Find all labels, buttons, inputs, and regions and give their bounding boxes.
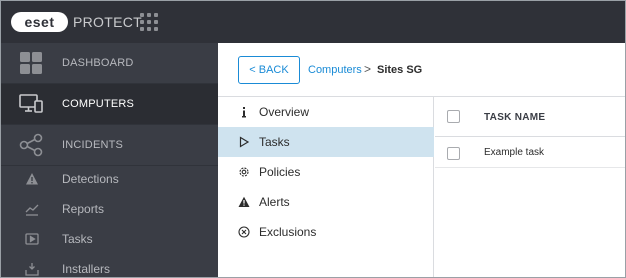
warning-icon xyxy=(238,196,250,208)
detail-menu: Overview Tasks Policies Alerts Exclusion… xyxy=(218,97,434,277)
play-icon xyxy=(25,233,39,245)
task-table: TASK NAME Example task xyxy=(435,97,625,277)
app-window: eset PROTECT DASHBOARD COMPUTERS INCIDEN… xyxy=(0,0,626,278)
sidebar-item-label: Tasks xyxy=(62,232,93,246)
incidents-icon xyxy=(19,133,43,157)
menu-item-label: Policies xyxy=(259,165,301,179)
product-name: PROTECT xyxy=(73,14,142,30)
sidebar-item-label: INCIDENTS xyxy=(62,139,124,151)
installer-icon xyxy=(25,263,39,276)
breadcrumb-link-computers[interactable]: Computers xyxy=(308,64,362,76)
sidebar-item-label: Reports xyxy=(62,202,105,216)
sidebar-item-label: Detections xyxy=(62,172,119,186)
menu-item-policies[interactable]: Policies xyxy=(218,157,434,187)
table-row[interactable]: Example task xyxy=(435,138,625,168)
menu-item-label: Overview xyxy=(259,105,310,119)
menu-item-tasks[interactable]: Tasks xyxy=(218,127,434,157)
sidebar-item-label: Installers xyxy=(62,262,111,276)
warning-icon xyxy=(26,173,38,185)
content-header: < BACK Computers > Sites SG xyxy=(218,43,625,97)
breadcrumb-current: Sites SG xyxy=(377,64,423,76)
menu-item-label: Alerts xyxy=(259,195,290,209)
dashboard-icon xyxy=(20,52,42,74)
sidebar-item-detections[interactable]: Detections xyxy=(1,164,218,194)
gear-icon xyxy=(238,166,250,178)
select-all-checkbox[interactable] xyxy=(447,110,460,123)
sidebar-item-computers[interactable]: COMPUTERS xyxy=(1,84,218,124)
sidebar-item-incidents[interactable]: INCIDENTS xyxy=(1,125,218,165)
logo-text: eset xyxy=(24,14,55,30)
breadcrumb-separator: > xyxy=(364,62,372,76)
circle-x-icon xyxy=(238,226,250,238)
computers-icon xyxy=(19,94,43,113)
column-header-task-name[interactable]: TASK NAME xyxy=(484,112,545,123)
table-header: TASK NAME xyxy=(435,97,625,137)
sidebar-item-tasks[interactable]: Tasks xyxy=(1,224,218,254)
menu-item-overview[interactable]: Overview xyxy=(218,97,434,127)
sidebar-item-dashboard[interactable]: DASHBOARD xyxy=(1,43,218,83)
menu-item-label: Exclusions xyxy=(259,225,317,239)
play-outline-icon xyxy=(238,136,250,148)
chart-icon xyxy=(25,204,39,216)
sidebar-item-reports[interactable]: Reports xyxy=(1,194,218,224)
sidebar: DASHBOARD COMPUTERS INCIDENTS Detections… xyxy=(1,43,218,277)
sidebar-item-installers[interactable]: Installers xyxy=(1,254,218,277)
menu-item-label: Tasks xyxy=(259,135,290,149)
sidebar-item-label: DASHBOARD xyxy=(62,57,134,69)
menu-item-exclusions[interactable]: Exclusions xyxy=(218,217,434,247)
top-bar: eset PROTECT xyxy=(1,1,625,43)
sidebar-item-label: COMPUTERS xyxy=(62,98,135,110)
info-icon xyxy=(238,106,250,118)
apps-grid-icon[interactable] xyxy=(140,13,158,31)
back-button[interactable]: < BACK xyxy=(238,56,300,84)
row-checkbox[interactable] xyxy=(447,147,460,160)
menu-item-alerts[interactable]: Alerts xyxy=(218,187,434,217)
task-name-cell: Example task xyxy=(484,147,545,158)
eset-logo[interactable]: eset xyxy=(11,12,68,32)
